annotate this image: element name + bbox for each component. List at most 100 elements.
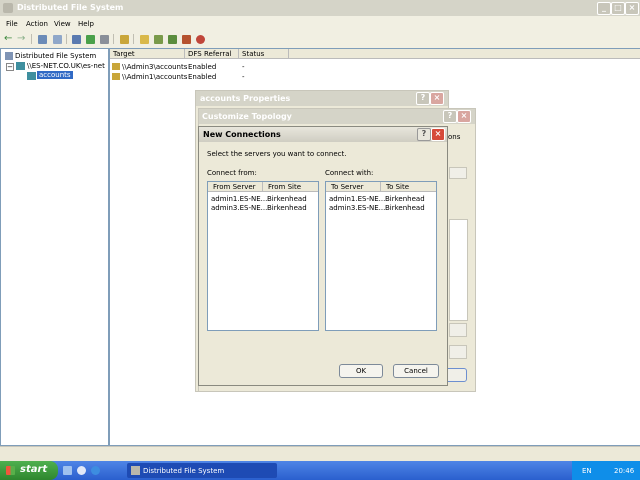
- to-site: Birkenhead: [385, 204, 425, 212]
- new-connections-title: New Connections: [203, 130, 281, 139]
- ok-button[interactable]: OK: [339, 364, 383, 378]
- list-header: Target DFS Referral Status: [110, 49, 640, 59]
- instruction-text: Select the servers you want to connect.: [207, 150, 347, 158]
- close-button[interactable]: ×: [625, 2, 639, 15]
- column-target[interactable]: Target: [113, 50, 135, 58]
- connect-from-list[interactable]: From Server From Site admin1.ES-NE... Bi…: [207, 181, 319, 331]
- menu-help[interactable]: Help: [78, 20, 94, 28]
- close-button[interactable]: ×: [430, 92, 444, 105]
- browser-icon[interactable]: [77, 466, 86, 475]
- list-item[interactable]: admin1.ES-NE... Birkenhead: [208, 195, 318, 204]
- list-item[interactable]: admin3.ES-NE... Birkenhead: [326, 204, 436, 213]
- new-link-icon[interactable]: [154, 35, 163, 44]
- media-icon[interactable]: [91, 466, 100, 475]
- peek-field: [449, 167, 467, 179]
- status-bar: [0, 446, 640, 461]
- tree-panel: Distributed File System − \\ES-NET.CO.UK…: [0, 48, 109, 446]
- language-indicator[interactable]: EN: [582, 467, 592, 475]
- row-target: \\Admin1\accounts: [122, 73, 188, 81]
- minimize-button[interactable]: _: [597, 2, 611, 15]
- help-button[interactable]: ?: [416, 92, 430, 105]
- accounts-properties-title-bar: accounts Properties ? ×: [196, 91, 448, 106]
- menu-bar: File Action View Help: [0, 18, 640, 30]
- refresh-icon[interactable]: [86, 35, 95, 44]
- to-server: admin3.ES-NE...: [329, 204, 386, 212]
- main-title: Distributed File System: [17, 3, 124, 12]
- close-button[interactable]: ×: [431, 128, 445, 141]
- forward-arrow-icon[interactable]: →: [17, 33, 25, 44]
- new-root-icon[interactable]: [140, 35, 149, 44]
- customize-topology-title: Customize Topology: [202, 112, 292, 121]
- help-icon[interactable]: [120, 35, 129, 44]
- to-server: admin1.ES-NE...: [329, 195, 386, 203]
- row-referral: Enabled: [188, 73, 217, 81]
- help-button[interactable]: ?: [443, 110, 457, 123]
- new-connections-title-bar: New Connections ? ×: [199, 127, 447, 142]
- dfs-root-icon: [5, 52, 13, 60]
- start-label: start: [20, 464, 48, 475]
- replication-icon[interactable]: [182, 35, 191, 44]
- task-label: Distributed File System: [143, 467, 225, 475]
- cancel-button[interactable]: Cancel: [393, 364, 439, 378]
- status-chart-icon[interactable]: [168, 35, 177, 44]
- to-site: Birkenhead: [385, 195, 425, 203]
- task-icon: [131, 466, 140, 475]
- tree-accounts[interactable]: accounts: [37, 71, 73, 79]
- system-tray: EN 20:46: [572, 461, 640, 480]
- tree-namespace[interactable]: \\ES-NET.CO.UK\es-net: [27, 62, 105, 70]
- windows-logo-icon: [6, 466, 15, 475]
- menu-view[interactable]: View: [54, 20, 71, 28]
- row-referral: Enabled: [188, 63, 217, 71]
- column-dfs-referral[interactable]: DFS Referral: [188, 50, 231, 58]
- column-status[interactable]: Status: [242, 50, 264, 58]
- export-list-icon[interactable]: [100, 35, 109, 44]
- connect-from-header: From Server From Site: [208, 182, 318, 192]
- column-to-server[interactable]: To Server: [331, 183, 364, 191]
- column-to-site[interactable]: To Site: [386, 183, 409, 191]
- from-server: admin1.ES-NE...: [211, 195, 268, 203]
- maximize-button[interactable]: □: [611, 2, 625, 15]
- taskbar: start Distributed File System EN 20:46: [0, 461, 640, 480]
- collapse-icon[interactable]: −: [6, 63, 14, 71]
- delete-icon[interactable]: [196, 35, 205, 44]
- row-target: \\Admin3\accounts: [122, 63, 188, 71]
- peek-list: [449, 219, 468, 321]
- column-from-site[interactable]: From Site: [268, 183, 301, 191]
- start-button[interactable]: start: [0, 461, 58, 480]
- desktop-icon[interactable]: [63, 466, 72, 475]
- up-level-icon[interactable]: [72, 35, 81, 44]
- from-site: Birkenhead: [267, 195, 307, 203]
- clock[interactable]: 20:46: [614, 467, 634, 475]
- namespace-icon: [16, 62, 25, 70]
- from-site: Birkenhead: [267, 204, 307, 212]
- close-button[interactable]: ×: [457, 110, 471, 123]
- peek-button[interactable]: [449, 323, 467, 337]
- row-status: -: [242, 73, 245, 81]
- list-item[interactable]: admin3.ES-NE... Birkenhead: [208, 204, 318, 213]
- share-icon: [112, 73, 120, 80]
- options-label-fragment: ons: [448, 133, 461, 141]
- peek-button[interactable]: [449, 345, 467, 359]
- tree-root[interactable]: Distributed File System: [15, 52, 96, 60]
- new-connections-dialog: New Connections ? × Select the servers y…: [198, 126, 448, 386]
- back-arrow-icon[interactable]: ←: [4, 33, 12, 44]
- accounts-properties-title: accounts Properties: [200, 94, 291, 103]
- properties-icon[interactable]: [53, 35, 62, 44]
- list-item[interactable]: admin1.ES-NE... Birkenhead: [326, 195, 436, 204]
- list-row[interactable]: \\Admin1\accounts Enabled -: [110, 72, 310, 82]
- connect-from-label: Connect from:: [207, 169, 257, 177]
- menu-action[interactable]: Action: [26, 20, 48, 28]
- taskbar-task-dfs[interactable]: Distributed File System: [127, 463, 277, 478]
- folder-link-icon: [27, 72, 36, 80]
- customize-topology-title-bar: Customize Topology ? ×: [199, 109, 475, 124]
- row-status: -: [242, 63, 245, 71]
- list-row[interactable]: \\Admin3\accounts Enabled -: [110, 62, 310, 72]
- connect-with-header: To Server To Site: [326, 182, 436, 192]
- column-from-server[interactable]: From Server: [213, 183, 256, 191]
- console-tree-icon[interactable]: [38, 35, 47, 44]
- help-button[interactable]: ?: [417, 128, 431, 141]
- connect-with-list[interactable]: To Server To Site admin1.ES-NE... Birken…: [325, 181, 437, 331]
- main-title-bar: Distributed File System _ □ ×: [0, 0, 640, 16]
- menu-file[interactable]: File: [6, 20, 18, 28]
- share-icon: [112, 63, 120, 70]
